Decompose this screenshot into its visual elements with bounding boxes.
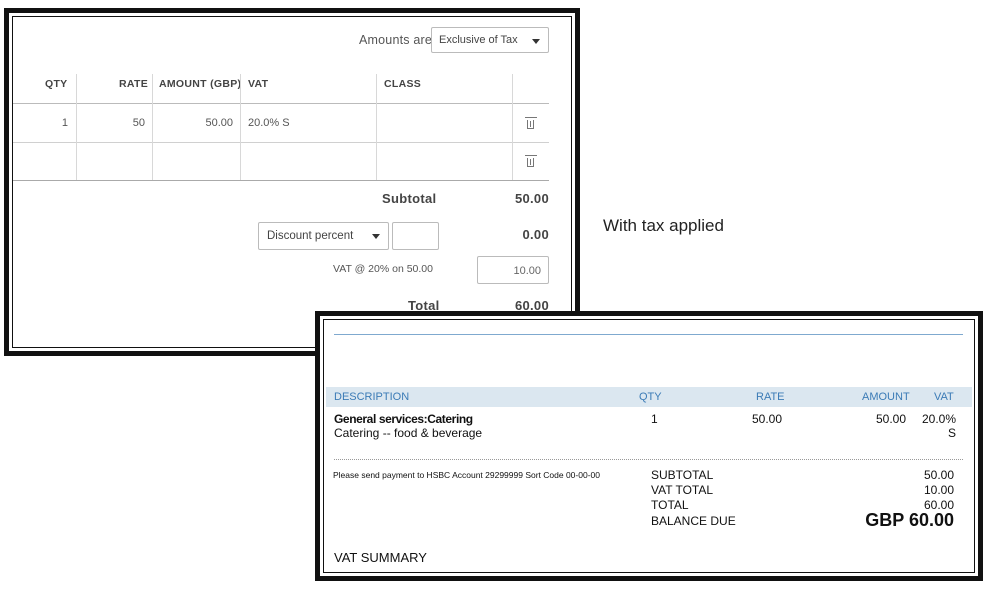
line-item-rate: 50.00 xyxy=(752,412,783,426)
amounts-are-select[interactable]: Exclusive of Tax xyxy=(431,27,549,53)
row-amount[interactable]: 50.00 xyxy=(159,117,233,129)
discount-type-select[interactable]: Discount percent xyxy=(258,222,389,250)
invoice-preview-frame: DESCRIPTION QTY RATE AMOUNT VAT General … xyxy=(323,319,975,573)
discount-type-value: Discount percent xyxy=(267,230,354,242)
line-item-qty: 1 xyxy=(651,412,658,426)
caption-text: With tax applied xyxy=(603,216,724,235)
total-label: TOTAL xyxy=(651,498,689,512)
column-divider xyxy=(376,74,377,180)
subtotal-value: 50.00 xyxy=(514,191,549,206)
column-divider xyxy=(240,74,241,180)
column-header-rate: RATE xyxy=(119,78,149,90)
vat-amount-input[interactable]: 10.00 xyxy=(477,256,549,284)
line-item-title: General services:Catering xyxy=(334,412,473,426)
balance-due-value: GBP 60.00 xyxy=(865,510,954,530)
vat-rate-label: VAT @ 20% on 50.00 xyxy=(333,263,433,275)
subtotal-label: SUBTOTAL xyxy=(651,468,714,482)
subtotal-label: Subtotal xyxy=(382,191,437,206)
payment-instructions: Please send payment to HSBC Account 2929… xyxy=(333,470,600,480)
line-item-description: Catering -- food & beverage xyxy=(334,426,483,440)
invoice-table-header: DESCRIPTION QTY RATE AMOUNT VAT xyxy=(326,387,972,407)
column-divider xyxy=(76,74,77,180)
chevron-down-icon xyxy=(532,39,540,44)
table-bottom-divider xyxy=(13,180,549,181)
header-divider xyxy=(13,103,549,104)
totals-divider xyxy=(334,459,963,460)
column-header-class: CLASS xyxy=(384,78,422,90)
chevron-down-icon xyxy=(372,234,380,239)
vat-summary-heading: VAT SUMMARY xyxy=(334,550,427,565)
invoice-header-description: DESCRIPTION xyxy=(334,391,410,403)
invoice-header-vat: VAT xyxy=(934,391,954,403)
discount-input[interactable] xyxy=(392,222,439,250)
invoice-editor-panel: Amounts are Exclusive of Tax QTY RATE AM… xyxy=(4,8,580,356)
trash-icon[interactable] xyxy=(525,155,537,167)
subtotal-value: 50.00 xyxy=(923,468,954,482)
column-divider xyxy=(152,74,153,180)
line-item-vat-rate: 20.0% xyxy=(921,412,956,426)
discount-value: 0.00 xyxy=(522,227,549,242)
row-divider xyxy=(13,142,549,143)
vat-total-label: VAT TOTAL xyxy=(651,483,714,497)
line-item-vat-code: S xyxy=(947,426,956,440)
balance-due-label: BALANCE DUE xyxy=(651,514,736,528)
invoice-header-rate: RATE xyxy=(756,391,785,403)
invoice-preview-panel: DESCRIPTION QTY RATE AMOUNT VAT General … xyxy=(315,311,983,581)
column-divider xyxy=(512,74,513,180)
row-rate[interactable]: 50 xyxy=(83,117,145,129)
amounts-are-label: Amounts are xyxy=(359,33,433,47)
column-header-qty: QTY xyxy=(45,78,68,90)
amounts-are-value: Exclusive of Tax xyxy=(439,34,518,46)
row-qty[interactable]: 1 xyxy=(13,117,68,129)
invoice-header-qty: QTY xyxy=(639,391,662,403)
invoice-header-amount: AMOUNT xyxy=(862,391,910,403)
column-header-vat: VAT xyxy=(248,78,269,90)
trash-icon[interactable] xyxy=(525,117,537,129)
invoice-editor-frame: Amounts are Exclusive of Tax QTY RATE AM… xyxy=(12,16,572,348)
column-header-amount: AMOUNT (GBP) xyxy=(159,78,242,90)
header-rule xyxy=(334,334,963,335)
row-vat[interactable]: 20.0% S xyxy=(248,117,290,129)
line-item-amount: 50.00 xyxy=(876,412,907,426)
vat-total-value: 10.00 xyxy=(923,483,954,497)
